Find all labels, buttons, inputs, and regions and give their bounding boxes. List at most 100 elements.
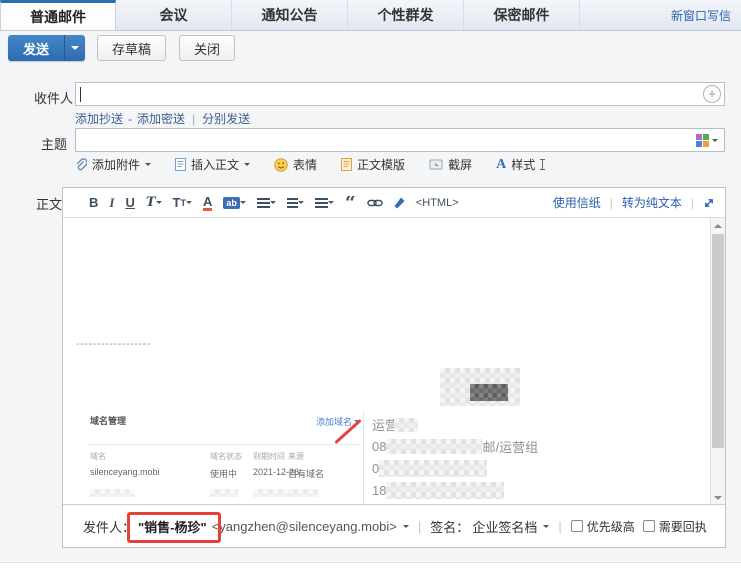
- to-input[interactable]: +: [75, 82, 725, 106]
- signature-line-3: 0: [372, 460, 487, 477]
- screenshot-icon: [429, 159, 443, 171]
- font-color-button[interactable]: A: [203, 195, 212, 211]
- to-plain-text-link[interactable]: 转为纯文本: [622, 194, 682, 211]
- send-separately-link[interactable]: 分别发送: [202, 112, 250, 126]
- list-button[interactable]: [287, 198, 304, 208]
- signature-dropdown[interactable]: [543, 525, 549, 531]
- align-button[interactable]: [257, 198, 276, 208]
- bold-button[interactable]: B: [89, 195, 98, 210]
- need-receipt-option[interactable]: 需要回执: [643, 518, 707, 535]
- color-label-grid-icon: [696, 134, 709, 147]
- cc-bcc-links: 添加抄送-添加密送 | 分别发送: [75, 110, 250, 127]
- template-document-icon: [341, 158, 352, 171]
- body-template-button[interactable]: 正文模版: [341, 156, 405, 173]
- from-email: <yangzhen@silenceyang.mobi>: [212, 519, 397, 534]
- priority-high-checkbox[interactable]: [571, 520, 583, 532]
- redacted-cell: [253, 489, 291, 497]
- from-label: 发件人：: [83, 517, 135, 536]
- emoji-button[interactable]: 表情: [274, 156, 317, 173]
- add-contact-button[interactable]: +: [703, 85, 721, 103]
- link-separator-pipe: |: [192, 112, 195, 126]
- scrollbar-thumb[interactable]: [712, 234, 724, 448]
- footer-separator: |: [558, 519, 561, 534]
- caret-down-icon: [298, 201, 304, 207]
- list-bars-icon: [287, 198, 298, 208]
- expand-icon: [703, 197, 715, 209]
- signature-line-2: 08邮/运营组: [372, 437, 538, 456]
- italic-button[interactable]: I: [109, 195, 114, 211]
- redacted-name: [470, 384, 508, 401]
- sender-footer: 发件人： "销售-杨珍" <yangzhen@silenceyang.mobi>…: [63, 504, 725, 547]
- add-bcc-link[interactable]: 添加密送: [137, 112, 185, 126]
- fullscreen-button[interactable]: [703, 197, 715, 209]
- subject-input[interactable]: [75, 128, 725, 152]
- redacted-cell: [90, 489, 135, 497]
- scroll-up-button[interactable]: [711, 218, 725, 233]
- screenshot-button[interactable]: 截屏: [429, 156, 472, 173]
- toolbar-separator: |: [610, 196, 613, 210]
- send-options-dropdown[interactable]: [64, 35, 85, 61]
- table-header-source: 来源: [288, 451, 304, 462]
- need-receipt-checkbox[interactable]: [643, 520, 655, 532]
- compose-mail-window: 普通邮件 会议 通知公告 个性群发 保密邮件 新窗口写信 发送 存草稿 关闭 收…: [0, 0, 741, 580]
- caret-down-icon: [71, 46, 79, 54]
- caret-down-icon: [240, 201, 246, 207]
- to-label: 收件人: [34, 88, 73, 107]
- mail-label-picker[interactable]: [696, 134, 718, 147]
- from-dropdown[interactable]: [403, 525, 409, 531]
- highlight-button[interactable]: ab: [223, 197, 246, 209]
- font-family-button[interactable]: T: [146, 195, 162, 210]
- tab-confidential-mail[interactable]: 保密邮件: [464, 0, 580, 30]
- editor-scrollbar[interactable]: [710, 218, 725, 505]
- attachment-toolbar: 添加附件 插入正文 表情 正文模版 截屏 A 样式: [75, 156, 543, 173]
- save-draft-button[interactable]: 存草稿: [97, 35, 166, 61]
- caret-down-icon: [145, 163, 151, 169]
- underline-button[interactable]: U: [125, 195, 134, 210]
- toolbar-separator: |: [691, 196, 694, 210]
- tab-meeting[interactable]: 会议: [116, 0, 232, 30]
- editor-toolbar: B I U T TT A ab “ <HTML> 使用信纸 | 转为纯文本 |: [63, 188, 725, 218]
- indent-button[interactable]: [315, 198, 334, 208]
- caret-down-icon: [186, 201, 192, 207]
- signature-value: 企业签名档: [472, 517, 537, 536]
- send-button-label[interactable]: 发送: [8, 35, 64, 61]
- font-size-button[interactable]: TT: [173, 195, 192, 210]
- close-button[interactable]: 关闭: [179, 35, 235, 61]
- insert-link-button[interactable]: [367, 198, 383, 208]
- caret-down-icon: [328, 201, 334, 207]
- style-button[interactable]: A 样式: [496, 156, 543, 173]
- table-header-domain: 域名: [90, 451, 106, 462]
- card-vertical-divider: [363, 411, 364, 505]
- scroll-down-button[interactable]: [711, 490, 725, 505]
- redacted-text: [386, 482, 504, 499]
- priority-high-option[interactable]: 优先级高: [571, 518, 635, 535]
- blockquote-button[interactable]: “: [345, 196, 356, 209]
- caret-down-icon: [244, 163, 250, 169]
- signature-separator: ------------------: [76, 338, 151, 350]
- link-separator-dash: -: [128, 112, 132, 126]
- add-attachment-button[interactable]: 添加附件: [75, 156, 151, 173]
- tab-normal-mail[interactable]: 普通邮件: [0, 0, 116, 30]
- redacted-cell: [288, 489, 318, 497]
- clear-format-button[interactable]: [394, 197, 405, 209]
- editor-content-area[interactable]: ------------------ 域名管理 添加域名 域名 域名状态 到期时…: [63, 218, 725, 505]
- redacted-cell: [210, 489, 238, 497]
- redacted-text: [379, 460, 487, 477]
- compose-in-new-window-link[interactable]: 新窗口写信: [671, 7, 731, 24]
- use-stationery-link[interactable]: 使用信纸: [553, 194, 601, 211]
- footer-separator: |: [418, 519, 421, 534]
- paperclip-icon: [75, 158, 87, 172]
- redacted-text: [394, 418, 418, 432]
- from-name: "销售-杨珍": [138, 517, 207, 536]
- tab-announcement[interactable]: 通知公告: [232, 0, 348, 30]
- signature-label: 签名：: [430, 517, 469, 536]
- tab-personalized-mass[interactable]: 个性群发: [348, 0, 464, 30]
- table-divider: [88, 444, 360, 445]
- body-label: 正文: [36, 194, 62, 213]
- insert-body-button[interactable]: 插入正文: [175, 156, 250, 173]
- send-button[interactable]: 发送: [8, 35, 85, 61]
- caret-down-icon: [270, 201, 276, 207]
- add-cc-link[interactable]: 添加抄送: [75, 112, 123, 126]
- signature-line-1: 运营: [372, 415, 418, 434]
- html-source-button[interactable]: <HTML>: [416, 197, 459, 209]
